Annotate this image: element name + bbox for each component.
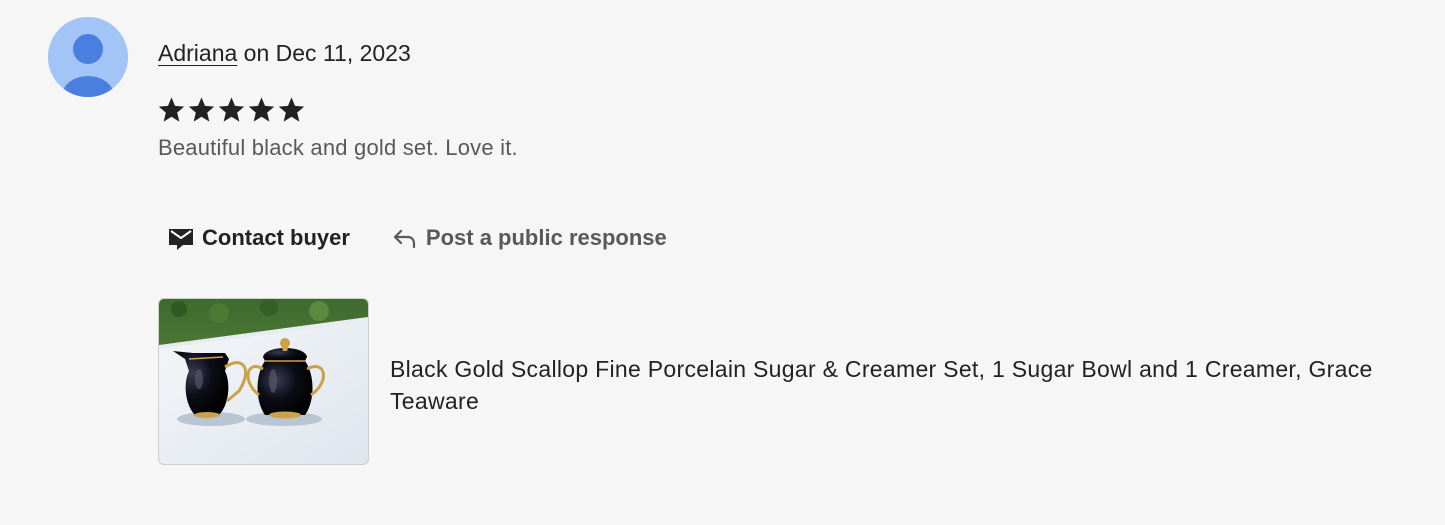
post-public-response-label: Post a public response bbox=[425, 225, 667, 250]
star-rating bbox=[157, 95, 306, 125]
avatar[interactable] bbox=[48, 17, 128, 97]
envelope-icon bbox=[169, 229, 193, 250]
contact-buyer-label: Contact buyer bbox=[202, 225, 350, 250]
star-icon bbox=[158, 97, 185, 122]
contact-buyer-button[interactable]: Contact buyer bbox=[168, 225, 350, 251]
post-public-response-button[interactable]: Post a public response bbox=[392, 225, 667, 251]
star-icon bbox=[248, 97, 275, 122]
product-title-link[interactable]: Black Gold Scallop Fine Porcelain Sugar … bbox=[390, 353, 1425, 417]
star-icon bbox=[188, 97, 215, 122]
review-date: Dec 11, 2023 bbox=[275, 40, 411, 66]
date-prefix: on bbox=[237, 40, 276, 66]
reviewer-name-link[interactable]: Adriana bbox=[158, 40, 237, 66]
reply-arrow-icon bbox=[393, 229, 416, 249]
review-header: Adriana on Dec 11, 2023 bbox=[158, 38, 411, 68]
star-icon bbox=[218, 97, 245, 122]
user-silhouette-icon bbox=[48, 17, 128, 97]
review-actions: Contact buyer Post a public response bbox=[168, 220, 667, 256]
product-photo bbox=[159, 299, 368, 464]
review-text: Beautiful black and gold set. Love it. bbox=[158, 135, 518, 160]
star-icon bbox=[278, 97, 305, 122]
product-thumbnail[interactable] bbox=[158, 298, 369, 465]
